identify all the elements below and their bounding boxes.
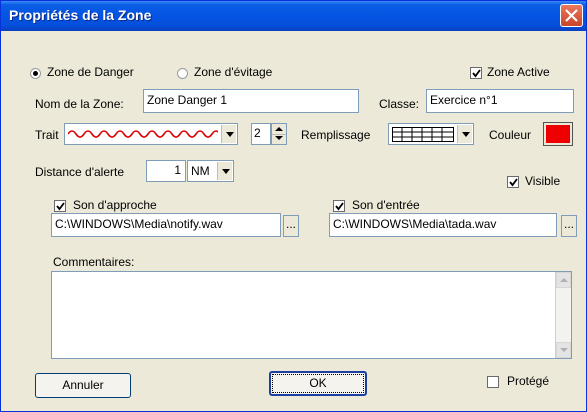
protected-checkbox[interactable] <box>487 376 499 388</box>
radio-zone-danger[interactable] <box>30 68 41 79</box>
alert-distance-label: Distance d'alerte <box>35 165 125 179</box>
zone-properties-dialog: Propriétés de la Zone Zone de Danger Zon… <box>0 0 587 412</box>
chevron-down-icon[interactable] <box>457 125 472 143</box>
color-label: Couleur <box>489 128 532 142</box>
trait-width-field[interactable]: 2 <box>251 123 271 145</box>
trait-width-spinner[interactable] <box>271 123 287 145</box>
scroll-down-icon[interactable] <box>556 342 571 358</box>
visible-checkbox[interactable] <box>507 176 519 188</box>
radio-zone-avoid[interactable] <box>177 68 188 79</box>
approach-sound-checkbox[interactable] <box>54 200 66 212</box>
checkmark-icon <box>335 202 344 211</box>
visible-label: Visible <box>525 174 561 188</box>
window-title: Propriétés de la Zone <box>9 7 152 23</box>
trait-style-dropdown[interactable] <box>64 123 238 145</box>
spin-down-icon[interactable] <box>272 134 286 144</box>
trait-label: Trait <box>35 128 59 142</box>
checkmark-icon <box>509 178 518 187</box>
checkmark-icon <box>472 69 481 78</box>
entry-sound-path-field[interactable]: C:\WINDOWS\Media\tada.wav <box>329 213 557 237</box>
protected-label: Protégé <box>507 374 550 388</box>
alert-distance-field[interactable]: 1 <box>146 160 186 182</box>
cancel-button[interactable]: Annuler <box>35 373 131 398</box>
wavy-line-icon <box>68 130 218 138</box>
ok-button[interactable]: OK <box>269 371 367 396</box>
checkmark-icon <box>56 202 65 211</box>
chevron-down-icon[interactable] <box>221 125 236 143</box>
approach-sound-browse-button[interactable]: ... <box>283 215 299 237</box>
alert-unit-value: NM <box>191 164 210 178</box>
entry-sound-label: Son d'entrée <box>352 198 420 212</box>
comments-label: Commentaires: <box>53 255 135 269</box>
fill-label: Remplissage <box>301 128 371 142</box>
chevron-down-icon[interactable] <box>217 162 232 180</box>
radio-zone-avoid-label: Zone d'évitage <box>194 65 273 79</box>
grid-pattern-icon <box>392 127 454 142</box>
radio-zone-danger-label: Zone de Danger <box>47 65 134 79</box>
class-label: Classe: <box>379 97 420 111</box>
class-field[interactable]: Exercice n°1 <box>426 89 574 113</box>
close-icon <box>565 9 578 22</box>
close-button[interactable] <box>560 4 583 27</box>
approach-sound-path-field[interactable]: C:\WINDOWS\Media\notify.wav <box>51 213 281 237</box>
approach-sound-label: Son d'approche <box>73 198 157 212</box>
zone-active-label: Zone Active <box>487 65 550 79</box>
entry-sound-browse-button[interactable]: ... <box>561 215 577 237</box>
entry-sound-checkbox[interactable] <box>333 200 345 212</box>
title-bar[interactable]: Propriétés de la Zone <box>1 1 586 31</box>
scroll-up-icon[interactable] <box>556 272 571 288</box>
zone-active-checkbox[interactable] <box>470 67 482 79</box>
alert-unit-dropdown[interactable]: NM <box>187 160 234 182</box>
color-swatch <box>546 125 570 143</box>
zone-name-field[interactable]: Zone Danger 1 <box>143 89 359 113</box>
color-swatch-button[interactable] <box>543 122 573 146</box>
comments-scrollbar[interactable] <box>555 272 571 358</box>
zone-name-label: Nom de la Zone: <box>35 97 124 111</box>
comments-textarea[interactable] <box>51 271 572 359</box>
fill-pattern-dropdown[interactable] <box>388 123 474 145</box>
